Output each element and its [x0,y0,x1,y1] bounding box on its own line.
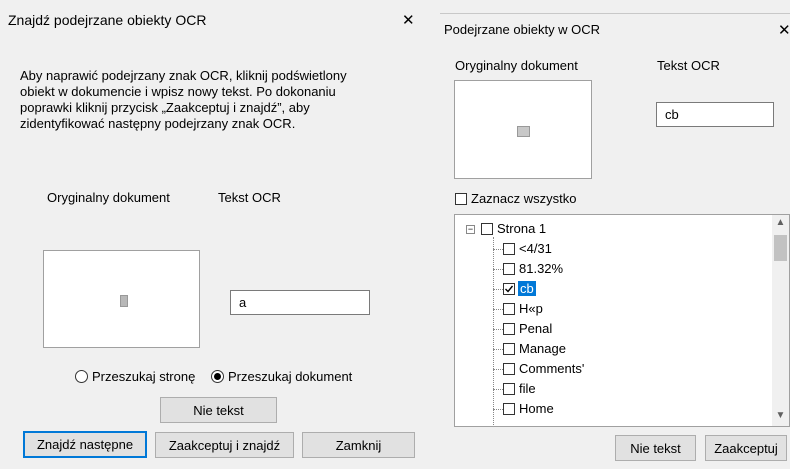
close-icon[interactable]: ✕ [402,11,415,29]
tree-root-checkbox[interactable] [481,223,493,235]
instruction-line: Aby naprawić podejrzany znak OCR, klikni… [20,68,347,83]
tree-item[interactable]: Comments' [455,359,775,379]
tree-item-label: H«p [519,301,543,316]
tree-item-checkbox[interactable] [503,303,515,315]
scrollbar-thumb[interactable] [774,235,787,261]
instruction-line: zidentyfikować następny podejrzany znak … [20,116,296,131]
collapse-icon[interactable]: − [466,225,475,234]
original-document-preview [454,80,592,179]
ocr-text-label: Tekst OCR [218,190,281,205]
not-text-button[interactable]: Nie tekst [160,397,277,423]
tree-item-label: <4/31 [519,241,552,256]
tree-item[interactable]: H«p [455,299,775,319]
tree-item-label: Comments' [519,361,585,376]
ocr-text-input[interactable]: a [230,290,370,315]
title-divider [440,13,790,14]
ocr-text-input[interactable]: cb [656,102,774,127]
close-button[interactable]: Zamknij [302,432,415,458]
tree-item-label: Manage [519,341,566,356]
tree-item[interactable]: cb [455,279,775,299]
search-page-radio[interactable] [75,370,88,383]
tree-item-checkbox[interactable] [503,243,515,255]
accept-button[interactable]: Zaakceptuj [705,435,787,461]
character-image-icon [120,295,128,307]
search-document-label[interactable]: Przeszukaj dokument [228,369,352,384]
tree-item[interactable]: 81.32% [455,259,775,279]
tree-item-checkbox[interactable] [503,383,515,395]
tree-item[interactable]: <4/31 [455,239,775,259]
select-all-checkbox[interactable] [455,193,467,205]
not-text-button[interactable]: Nie tekst [615,435,696,461]
tree-item-label: 81.32% [519,261,564,276]
find-next-button[interactable]: Znajdź następne [23,431,147,458]
instruction-line: poprawki kliknij przycisk „Zaakceptuj i … [20,100,310,115]
original-document-label: Oryginalny dokument [455,58,578,73]
tree-item-checkbox[interactable] [503,283,515,295]
tree-item-checkbox[interactable] [503,343,515,355]
tree-item-label: file [519,381,536,396]
tree-item-label: Home [519,401,554,416]
tree-item[interactable]: file [455,379,775,399]
suspicious-objects-panel: Podejrzane obiekty w OCR ✕ Oryginalny do… [440,0,790,469]
original-document-preview [43,250,200,348]
character-image-icon [517,126,530,137]
tree-item-label: cb [518,281,536,296]
find-suspicious-dialog: Znajdź podejrzane obiekty OCR ✕ Aby napr… [0,0,430,469]
checkmark-icon [505,285,514,293]
close-icon[interactable]: ✕ [778,21,790,39]
tree-item[interactable]: Manage [455,339,775,359]
instructions-text: Aby naprawić podejrzany znak OCR, klikni… [20,68,347,132]
select-all-label[interactable]: Zaznacz wszystko [471,191,576,206]
dialog-title: Znajdź podejrzane obiekty OCR [8,12,207,28]
ocr-text-label: Tekst OCR [657,58,720,73]
scroll-down-icon[interactable]: ▼ [772,410,789,424]
tree-item-checkbox[interactable] [503,323,515,335]
tree-root-label: Strona 1 [497,221,547,236]
tree-item-checkbox[interactable] [503,403,515,415]
tree-item[interactable]: Home [455,399,775,419]
search-document-radio[interactable] [211,370,224,383]
original-document-label: Oryginalny dokument [47,190,170,205]
instruction-line: obiekt w dokumencie i wpisz nowy tekst. … [20,84,336,99]
tree-root-row[interactable]: − Strona 1 [455,219,775,239]
tree-item-label: Penal [519,321,553,336]
tree-item-checkbox[interactable] [503,263,515,275]
suspicious-objects-tree[interactable]: − Strona 1 <4/31 81.32% cb H«p Penal Man… [454,214,790,427]
scroll-up-icon[interactable]: ▲ [772,217,789,231]
tree-item-checkbox[interactable] [503,363,515,375]
tree-item[interactable]: Penal [455,319,775,339]
search-page-label[interactable]: Przeszukaj stronę [92,369,195,384]
accept-and-find-button[interactable]: Zaakceptuj i znajdź [155,432,294,458]
vertical-scrollbar[interactable]: ▲ ▼ [772,215,789,426]
panel-title: Podejrzane obiekty w OCR [444,22,601,37]
